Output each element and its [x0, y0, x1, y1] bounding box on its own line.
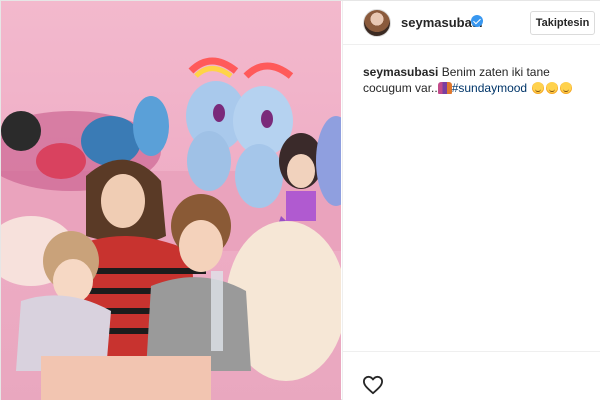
post-photo[interactable] [1, 1, 341, 400]
post-actions [343, 351, 600, 400]
family-emoji-icon [437, 82, 452, 94]
smiley-emoji-icon [546, 82, 559, 94]
avatar[interactable] [363, 9, 391, 37]
caption-username-link[interactable]: seymasubasi [363, 65, 438, 79]
smiley-emoji-icon [560, 82, 573, 94]
post-caption: seymasubasi Benim zaten iki tane cocugum… [363, 64, 588, 96]
heart-icon[interactable] [362, 375, 384, 395]
post-header: seymasubasi Takiptesin [343, 1, 600, 45]
verified-badge-icon [471, 15, 483, 27]
photo-illustration [1, 57, 341, 400]
instagram-post: seymasubasi Takiptesin seymasubasi Benim… [0, 0, 600, 400]
following-button[interactable]: Takiptesin [530, 11, 595, 35]
hashtag-link[interactable]: #sundaymood [452, 81, 527, 95]
smiley-emoji-icon [532, 82, 545, 94]
post-side-panel: seymasubasi Takiptesin seymasubasi Benim… [342, 1, 600, 400]
